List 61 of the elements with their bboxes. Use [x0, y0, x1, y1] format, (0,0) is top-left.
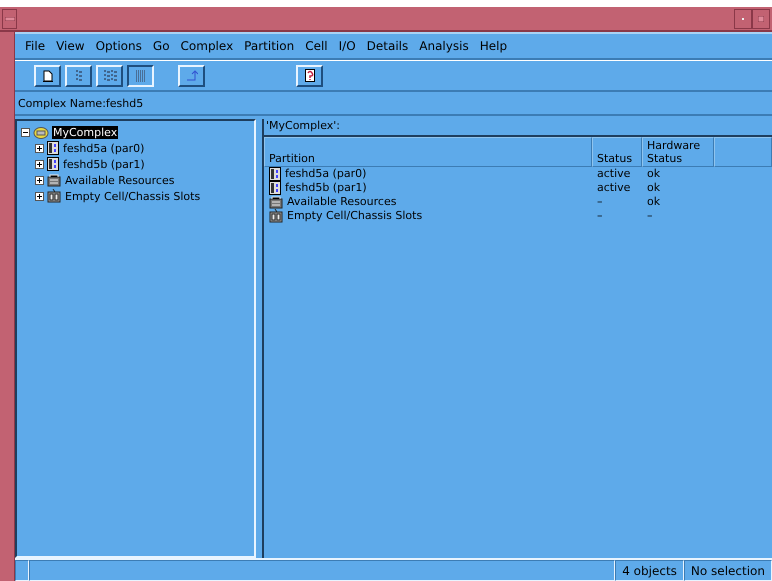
chassis-icon: [47, 189, 61, 203]
expand-icon[interactable]: [35, 144, 44, 152]
column-header[interactable]: Status: [592, 137, 642, 167]
table-cell: ok: [647, 195, 660, 209]
server-icon: [269, 181, 281, 195]
rack-icon: [47, 174, 61, 186]
menu-item[interactable]: Analysis: [419, 39, 469, 53]
status-segment: [15, 560, 29, 581]
table-cell: –: [597, 195, 602, 209]
server-icon: [269, 167, 281, 181]
table-cell: ok: [647, 167, 660, 181]
tree-item[interactable]: Empty Cell/Chassis Slots: [64, 190, 202, 202]
columns-icon: [102, 70, 116, 82]
dash-icon: [4, 16, 14, 20]
tree-item[interactable]: feshd5a (par0): [62, 142, 146, 154]
page-icon: [42, 70, 52, 82]
rack-icon: [269, 196, 283, 208]
table-icon: [136, 70, 146, 82]
menu-item[interactable]: Go: [152, 39, 170, 53]
toolbar-button[interactable]: [127, 64, 154, 86]
maximize-button[interactable]: [752, 8, 770, 28]
menu-item[interactable]: Options: [96, 39, 142, 53]
tree-item[interactable]: Available Resources: [64, 174, 176, 186]
expand-icon[interactable]: [35, 192, 44, 200]
menu-item[interactable]: Details: [366, 39, 408, 53]
complex-name-label: Complex Name:feshd5: [15, 92, 772, 116]
column-header[interactable]: Partition: [264, 137, 592, 167]
table-cell: Empty Cell/Chassis Slots: [287, 209, 422, 223]
tree-item[interactable]: feshd5b (par1): [62, 158, 146, 170]
table-cell: –: [597, 209, 602, 223]
help-icon: [304, 69, 314, 82]
expand-icon[interactable]: [35, 160, 44, 168]
table-cell: ok: [647, 181, 660, 195]
status-text: No selection: [684, 560, 772, 581]
menu-item[interactable]: I/O: [338, 39, 356, 53]
menu-item[interactable]: Cell: [305, 39, 328, 53]
help-button[interactable]: [296, 64, 323, 86]
window-menu-button[interactable]: [2, 8, 17, 28]
expand-icon[interactable]: [35, 176, 44, 184]
header-filler: [714, 137, 772, 167]
status-text: 4 objects: [615, 560, 684, 581]
tree-item[interactable]: MyComplex: [52, 126, 118, 138]
table-cell: –: [647, 209, 652, 223]
table-title: 'MyComplex':: [265, 119, 342, 134]
chassis-icon: [269, 209, 283, 223]
server-icon: [47, 157, 59, 171]
complex-icon: [33, 126, 49, 138]
table-cell: Available Resources: [287, 195, 396, 209]
menu-item[interactable]: Help: [480, 39, 508, 53]
table-cell: active: [597, 167, 630, 181]
menu-item[interactable]: File: [25, 39, 46, 53]
server-icon: [47, 141, 59, 155]
menu-item[interactable]: View: [56, 39, 85, 53]
arrow-icon: [186, 70, 198, 82]
menu-item[interactable]: Partition: [244, 39, 294, 53]
list-icon: [74, 70, 82, 82]
menu-item[interactable]: Complex: [180, 39, 234, 53]
table-cell: feshd5a (par0): [285, 167, 366, 181]
collapse-icon[interactable]: [21, 128, 30, 136]
table-cell: feshd5b (par1): [285, 181, 367, 195]
table-cell: active: [597, 181, 630, 195]
